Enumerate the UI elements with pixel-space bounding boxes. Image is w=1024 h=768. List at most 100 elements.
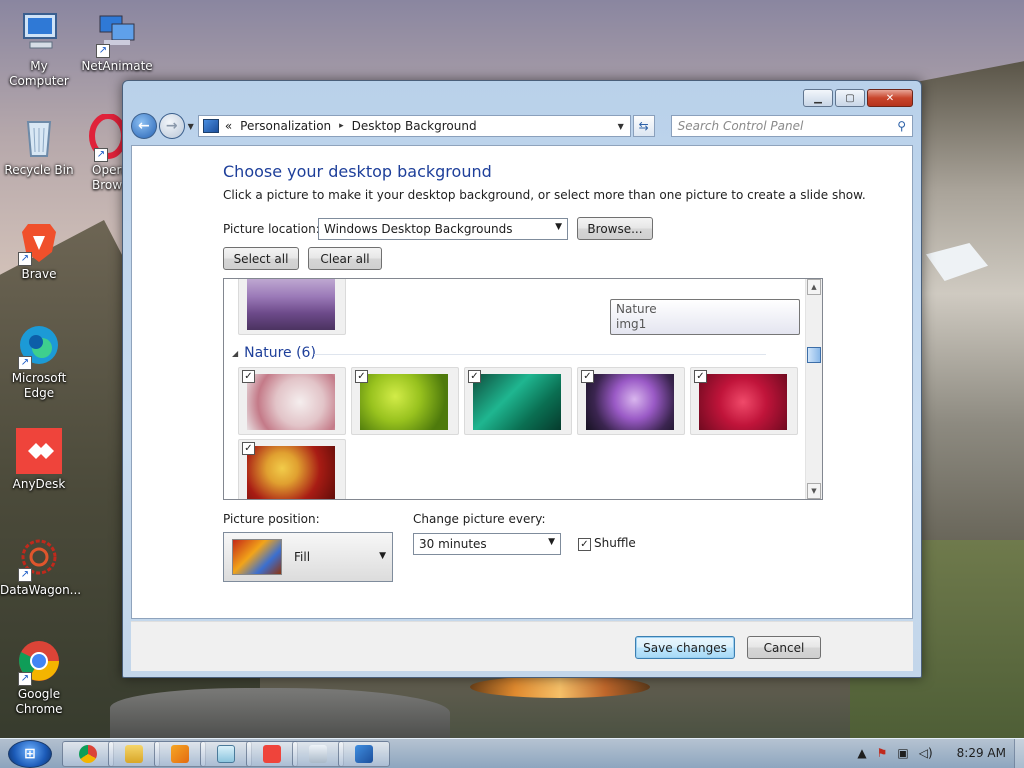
wallpaper-checkbox[interactable]: ✓ — [242, 442, 255, 455]
breadcrumb-personalization[interactable]: Personalization — [240, 119, 331, 133]
search-input[interactable]: Search Control Panel ⚲ — [670, 115, 913, 137]
back-button[interactable]: ← — [131, 113, 157, 139]
change-interval-value: 30 minutes — [419, 537, 487, 551]
breadcrumb-prefix[interactable]: « — [225, 119, 232, 133]
desktop-icon-chrome[interactable]: ↗ Google Chrome — [0, 638, 78, 717]
breadcrumb-separator-icon[interactable]: ▸ — [339, 121, 344, 131]
address-dropdown-icon[interactable]: ▼ — [618, 122, 624, 131]
picture-location-value: Windows Desktop Backgrounds — [324, 222, 513, 236]
opera-icon: ↗ — [78, 114, 124, 162]
wallpaper-checkbox[interactable]: ✓ — [355, 370, 368, 383]
desktop-icon-my-computer[interactable]: My Computer — [0, 10, 78, 89]
save-changes-button[interactable]: Save changes — [635, 636, 735, 659]
system-tray: ▲ ⚑ ▣ ◁) 8:29 AM — [857, 746, 1014, 760]
maximize-button[interactable]: ▢ — [835, 89, 865, 107]
taskbar-button-notepad[interactable] — [200, 741, 252, 767]
control-panel-window: ▁ ▢ ✕ ← → ▼ « Personalization ▸ Desktop … — [122, 80, 922, 678]
chrome-icon — [79, 745, 97, 763]
taskbar-button-network[interactable] — [292, 741, 344, 767]
shortcut-arrow-icon: ↗ — [18, 252, 32, 266]
wallpaper-checkbox[interactable]: ✓ — [581, 370, 594, 383]
cancel-button[interactable]: Cancel — [747, 636, 821, 659]
refresh-icon: ⇆ — [638, 119, 649, 133]
scrollbar-thumb[interactable] — [807, 347, 821, 363]
notepad-icon — [217, 745, 235, 763]
page-description: Click a picture to make it your desktop … — [223, 188, 866, 202]
network-status-icon[interactable]: ▣ — [897, 746, 908, 760]
show-desktop-button[interactable] — [1014, 739, 1024, 768]
minimize-button[interactable]: ▁ — [803, 89, 833, 107]
search-icon[interactable]: ⚲ — [897, 119, 906, 133]
nature-image-2 — [360, 374, 448, 430]
nature-image-1 — [247, 374, 335, 430]
dialog-footer: Save changes Cancel — [131, 621, 913, 671]
taskbar-button-media-player[interactable] — [154, 741, 206, 767]
clock[interactable]: 8:29 AM — [957, 746, 1006, 760]
main-content: Choose your desktop background Click a p… — [131, 145, 913, 619]
network-icon — [309, 745, 327, 763]
nature-image-6 — [247, 446, 335, 499]
back-arrow-icon: ← — [138, 118, 150, 134]
picture-position-value: Fill — [294, 550, 311, 564]
forward-button[interactable]: → — [158, 113, 185, 139]
vertical-scrollbar[interactable]: ▲ ▼ — [805, 279, 822, 499]
group-header-nature[interactable]: ◢ Nature (6) — [232, 345, 316, 361]
change-interval-select[interactable]: 30 minutes ▼ — [413, 533, 561, 555]
desktop-icon-netanimate[interactable]: ↗ NetAnimate — [78, 10, 156, 74]
shortcut-arrow-icon: ↗ — [18, 356, 32, 370]
caption-buttons: ▁ ▢ ✕ — [803, 89, 913, 107]
desktop-icon-edge[interactable]: ↗ Microsoft Edge — [0, 322, 78, 401]
wallpaper-thumbnail[interactable] — [238, 279, 346, 335]
wallpaper-checkbox[interactable]: ✓ — [468, 370, 481, 383]
forward-arrow-icon: → — [165, 118, 178, 134]
taskbar-button-explorer[interactable] — [108, 741, 160, 767]
network-computers-icon: ↗ — [94, 10, 140, 58]
address-bar[interactable]: « Personalization ▸ Desktop Background ▼ — [197, 115, 631, 137]
edge-icon: ↗ — [16, 322, 62, 370]
recent-pages-dropdown[interactable]: ▼ — [188, 122, 194, 131]
group-divider — [314, 354, 766, 355]
wallpaper-thumbnail[interactable]: ✓ — [464, 367, 572, 435]
desktop-icon-brave[interactable]: ↗ Brave — [0, 218, 78, 282]
close-button[interactable]: ✕ — [867, 89, 913, 107]
shortcut-arrow-icon: ↗ — [18, 672, 32, 686]
page-title: Choose your desktop background — [223, 162, 492, 181]
taskbar: ⊞ ▲ ⚑ ▣ ◁) 8:29 AM — [0, 738, 1024, 768]
action-center-icon[interactable]: ⚑ — [877, 746, 888, 760]
select-all-button[interactable]: Select all — [223, 247, 299, 270]
refresh-button[interactable]: ⇆ — [632, 115, 655, 137]
picture-position-select[interactable]: Fill ▼ — [223, 532, 393, 582]
taskbar-button-chrome[interactable] — [62, 741, 114, 767]
clear-all-button[interactable]: Clear all — [308, 247, 382, 270]
wallpaper-gallery: Nature img1 ◢ Nature (6) ✓ ✓ ✓ ✓ ✓ ✓ ▲ ▼ — [223, 278, 823, 500]
wallpaper-checkbox[interactable]: ✓ — [694, 370, 707, 383]
scroll-down-button[interactable]: ▼ — [807, 483, 821, 499]
media-player-icon — [171, 745, 189, 763]
shuffle-checkbox[interactable]: ✓ — [578, 538, 591, 551]
show-hidden-icons-icon[interactable]: ▲ — [857, 746, 866, 760]
computer-icon — [16, 10, 62, 56]
desktop-icon-datawagon[interactable]: ↗ DataWagon... — [0, 534, 81, 598]
breadcrumb-desktop-background[interactable]: Desktop Background — [352, 119, 477, 133]
wallpaper-checkbox[interactable]: ✓ — [242, 370, 255, 383]
collapse-triangle-icon[interactable]: ◢ — [232, 349, 238, 358]
volume-icon[interactable]: ◁) — [919, 746, 933, 760]
navigation-bar: ← → ▼ « Personalization ▸ Desktop Backgr… — [131, 111, 913, 141]
desktop-icon-recycle-bin[interactable]: Recycle Bin — [0, 114, 78, 178]
wallpaper-thumbnail[interactable]: ✓ — [690, 367, 798, 435]
taskbar-button-control-panel[interactable] — [338, 741, 390, 767]
browse-button[interactable]: Browse... — [577, 217, 653, 240]
wallpaper-thumbnail[interactable]: ✓ — [238, 367, 346, 435]
start-button[interactable]: ⊞ — [8, 740, 52, 768]
shortcut-arrow-icon: ↗ — [18, 568, 32, 582]
wallpaper-thumbnail[interactable]: ✓ — [351, 367, 459, 435]
chevron-down-icon: ▼ — [548, 537, 555, 547]
desktop-icon-anydesk[interactable]: AnyDesk — [0, 428, 78, 492]
wallpaper-thumbnail[interactable]: ✓ — [577, 367, 685, 435]
scroll-up-button[interactable]: ▲ — [807, 279, 821, 295]
desktop-icon-opera[interactable]: ↗ Opera Brow — [78, 114, 124, 193]
wallpaper-thumbnail[interactable]: ✓ — [238, 439, 346, 499]
picture-location-select[interactable]: Windows Desktop Backgrounds ▼ — [318, 218, 568, 240]
taskbar-button-anydesk[interactable] — [246, 741, 298, 767]
tooltip-subtitle: img1 — [616, 317, 647, 331]
